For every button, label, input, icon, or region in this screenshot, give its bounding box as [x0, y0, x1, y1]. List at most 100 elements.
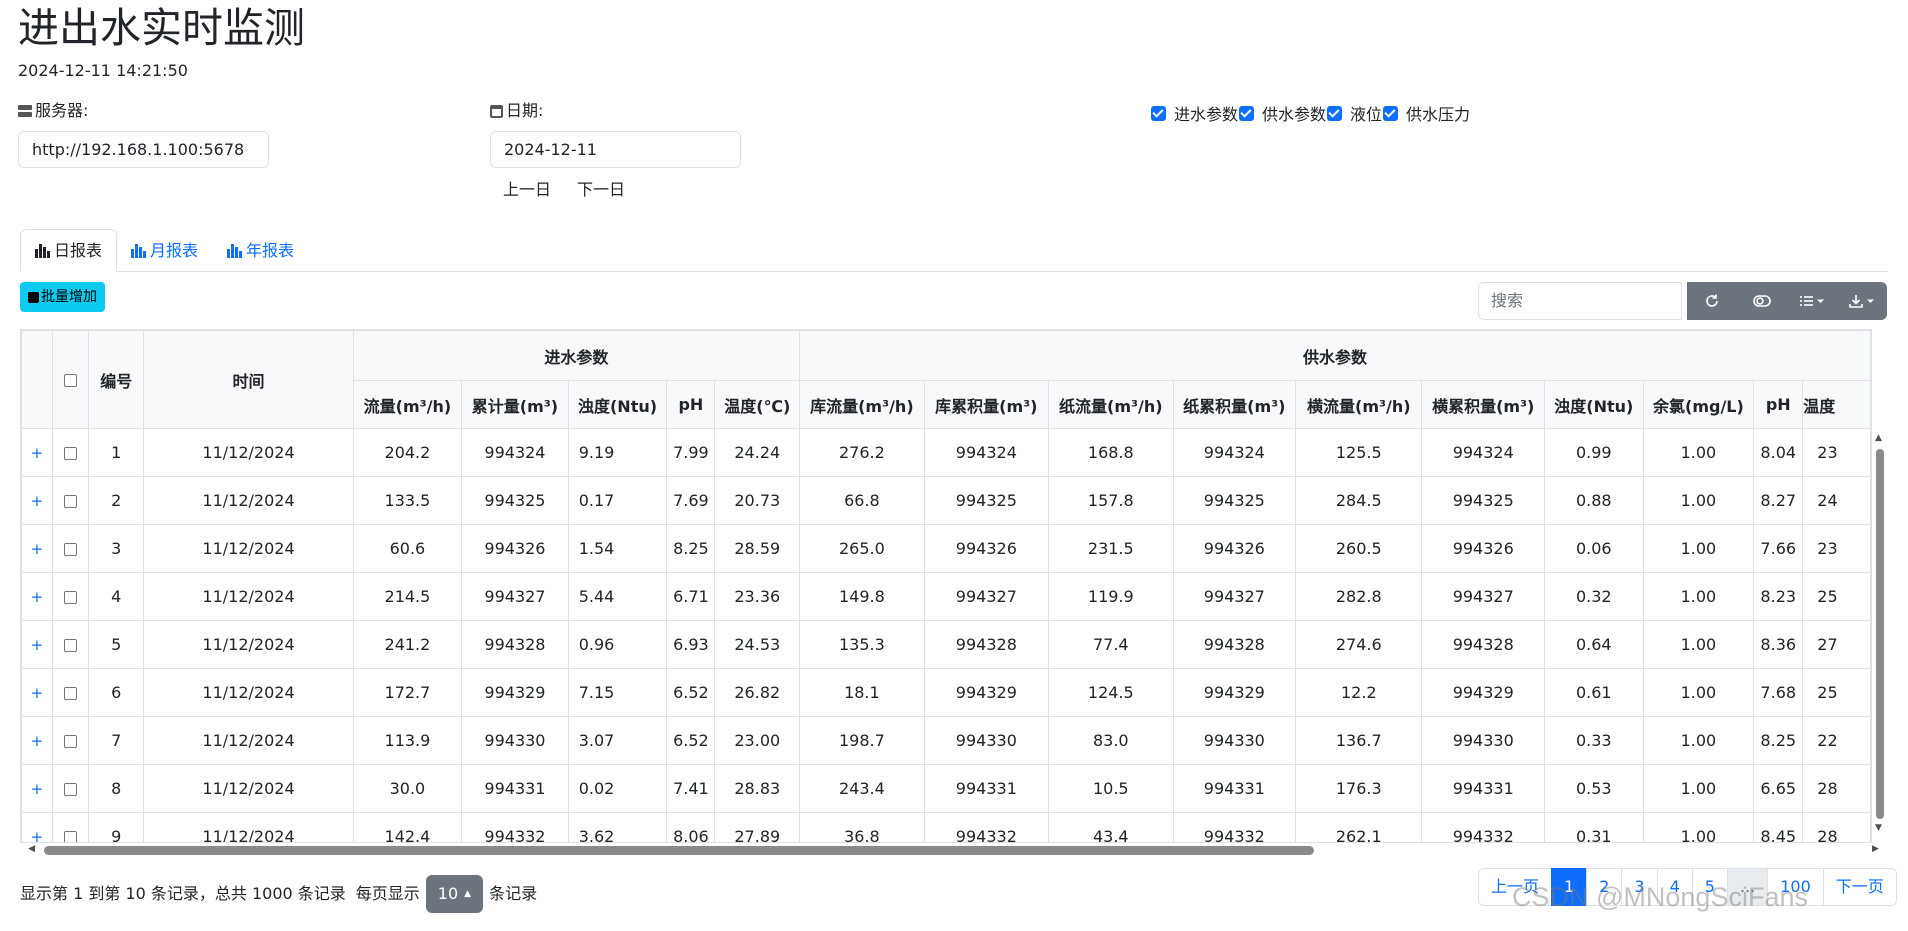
page-button-1[interactable]: 1 — [1551, 868, 1588, 906]
select-cell[interactable] — [51, 620, 90, 669]
tab-monthly-report[interactable]: 月报表 — [117, 229, 212, 272]
checkbox-checked-icon[interactable] — [1151, 105, 1166, 121]
horizontal-scroll-thumb[interactable] — [44, 846, 1314, 855]
expand-row-icon[interactable]: + — [31, 828, 44, 842]
toggle-water-level[interactable]: 液位 — [1327, 101, 1383, 125]
row-checkbox[interactable] — [63, 687, 77, 700]
data-table-container[interactable]: 编号 时间 进水参数 供水参数 流量(m³/h) 累计量(m³) 浊度(Ntu) pH… — [20, 329, 1872, 843]
expand-cell[interactable]: + — [21, 812, 53, 842]
select-all-checkbox[interactable] — [63, 374, 77, 387]
table-row[interactable]: +1 11/12/2024 204.2 994324 9.19 7.99 24.24 276.… — [21, 428, 1871, 477]
select-cell[interactable] — [51, 716, 90, 765]
expand-cell[interactable]: + — [21, 524, 53, 573]
vertical-scrollbar[interactable]: ▲ ▼ — [1873, 433, 1886, 835]
prev-day-button[interactable]: 上一日 — [503, 180, 551, 200]
table-row[interactable]: +8 11/12/2024 30.0 994331 0.02 7.41 28.83 243.4… — [21, 764, 1871, 813]
row-checkbox[interactable] — [63, 495, 77, 508]
row-checkbox[interactable] — [63, 639, 77, 652]
table-row[interactable]: +2 11/12/2024 133.5 994325 0.17 7.69 20.73 66.8… — [21, 476, 1871, 525]
page-button-5[interactable]: 5 — [1691, 868, 1728, 906]
expand-cell[interactable]: + — [21, 428, 53, 477]
expand-row-icon[interactable]: + — [31, 492, 44, 510]
row-checkbox[interactable] — [63, 735, 77, 748]
server-input[interactable]: http://192.168.1.100:5678 — [18, 131, 269, 168]
column-header-supply-2[interactable]: 纸流量(m³/h) — [1048, 380, 1174, 429]
tab-daily-report[interactable]: 日报表 — [20, 229, 118, 272]
column-header-supply-6[interactable]: 浊度(Ntu) — [1544, 380, 1644, 429]
select-cell[interactable] — [51, 812, 90, 842]
scroll-left-icon[interactable]: ◀ — [28, 844, 35, 854]
table-row[interactable]: +5 11/12/2024 241.2 994328 0.96 6.93 24.53 135.… — [21, 620, 1871, 669]
column-header-supply-1[interactable]: 库累积量(m³) — [923, 380, 1050, 429]
table-row[interactable]: +3 11/12/2024 60.6 994326 1.54 8.25 28.59 265.0… — [21, 524, 1871, 573]
page-next-button[interactable]: 下一页 — [1822, 868, 1897, 906]
select-cell[interactable] — [51, 428, 90, 477]
column-header-inflow-0[interactable]: 流量(m³/h) — [352, 380, 463, 429]
next-day-button[interactable]: 下一日 — [577, 180, 625, 200]
select-cell[interactable] — [51, 572, 90, 621]
page-button-4[interactable]: 4 — [1656, 868, 1693, 906]
row-checkbox[interactable] — [63, 831, 77, 842]
expand-row-icon[interactable]: + — [31, 636, 44, 654]
column-header-supply-3[interactable]: 纸累积量(m³) — [1172, 380, 1297, 429]
date-input[interactable]: 2024-12-11 — [490, 131, 741, 168]
row-checkbox[interactable] — [63, 447, 77, 460]
scroll-up-icon[interactable]: ▲ — [1875, 433, 1882, 443]
expand-cell[interactable]: + — [21, 620, 53, 669]
table-row[interactable]: +9 11/12/2024 142.4 994332 3.62 8.06 27.89 36.8… — [21, 812, 1871, 842]
expand-row-icon[interactable]: + — [31, 588, 44, 606]
expand-row-icon[interactable]: + — [31, 540, 44, 558]
checkbox-checked-icon[interactable] — [1327, 105, 1343, 121]
expand-cell[interactable]: + — [21, 716, 53, 765]
columns-dropdown-button[interactable] — [1787, 282, 1837, 320]
column-header-inflow-4[interactable]: 温度(℃) — [714, 380, 801, 429]
toggle-supply-params[interactable]: 供水参数 — [1239, 101, 1327, 125]
checkbox-checked-icon[interactable] — [1383, 105, 1399, 121]
expand-row-icon[interactable]: + — [31, 444, 44, 462]
vertical-scroll-thumb[interactable] — [1876, 449, 1884, 819]
toggle-supply-pressure[interactable]: 供水压力 — [1383, 101, 1471, 125]
column-header-inflow-2[interactable]: 浊度(Ntu) — [567, 380, 668, 429]
scroll-down-icon[interactable]: ▼ — [1875, 823, 1882, 833]
toggle-view-button[interactable] — [1737, 282, 1787, 320]
column-header-supply-7[interactable]: 余氯(mg/L) — [1642, 380, 1755, 429]
column-header-inflow-1[interactable]: 累计量(m³) — [461, 380, 569, 429]
column-header-time[interactable]: 时间 — [143, 330, 354, 429]
expand-row-icon[interactable]: + — [31, 684, 44, 702]
select-cell[interactable] — [51, 476, 90, 525]
table-row[interactable]: +6 11/12/2024 172.7 994329 7.15 6.52 26.82 18.1… — [21, 668, 1871, 717]
expand-cell[interactable]: + — [21, 476, 53, 525]
page-button-2[interactable]: 2 — [1586, 868, 1623, 906]
expand-cell[interactable]: + — [21, 764, 53, 813]
refresh-button[interactable] — [1687, 282, 1737, 320]
page-size-dropdown[interactable]: 10 ▲ — [425, 875, 484, 913]
column-header-id[interactable]: 编号 — [88, 330, 145, 429]
batch-add-button[interactable]: 批量增加 — [20, 282, 105, 312]
expand-row-icon[interactable]: + — [31, 780, 44, 798]
select-cell[interactable] — [51, 524, 90, 573]
horizontal-scrollbar[interactable]: ◀ ▶ — [28, 843, 1882, 857]
page-button-100[interactable]: 100 — [1767, 868, 1824, 906]
page-button-3[interactable]: 3 — [1621, 868, 1658, 906]
expand-cell[interactable]: + — [21, 668, 53, 717]
table-row[interactable]: +7 11/12/2024 113.9 994330 3.07 6.52 23.00 198.… — [21, 716, 1871, 765]
select-cell[interactable] — [51, 764, 90, 813]
export-dropdown-button[interactable] — [1837, 282, 1887, 320]
checkbox-checked-icon[interactable] — [1239, 105, 1255, 121]
expand-cell[interactable]: + — [21, 572, 53, 621]
expand-row-icon[interactable]: + — [31, 732, 44, 750]
column-header-supply-8[interactable]: pH — [1753, 380, 1804, 429]
row-checkbox[interactable] — [63, 543, 77, 556]
scroll-right-icon[interactable]: ▶ — [1872, 844, 1879, 854]
column-header-supply-5[interactable]: 横累积量(m³) — [1421, 380, 1545, 429]
select-cell[interactable] — [51, 668, 90, 717]
page-prev-button[interactable]: 上一页 — [1478, 868, 1553, 906]
column-header-supply-9[interactable]: 温度 — [1802, 380, 1871, 429]
column-header-supply-0[interactable]: 库流量(m³/h) — [799, 380, 925, 429]
toggle-inflow-params[interactable]: 进水参数 — [1151, 101, 1239, 125]
row-checkbox[interactable] — [63, 591, 77, 604]
row-checkbox[interactable] — [63, 783, 77, 796]
table-row[interactable]: +4 11/12/2024 214.5 994327 5.44 6.71 23.36 149.… — [21, 572, 1871, 621]
tab-yearly-report[interactable]: 年报表 — [213, 229, 308, 272]
search-input[interactable]: 搜索 — [1478, 282, 1682, 320]
